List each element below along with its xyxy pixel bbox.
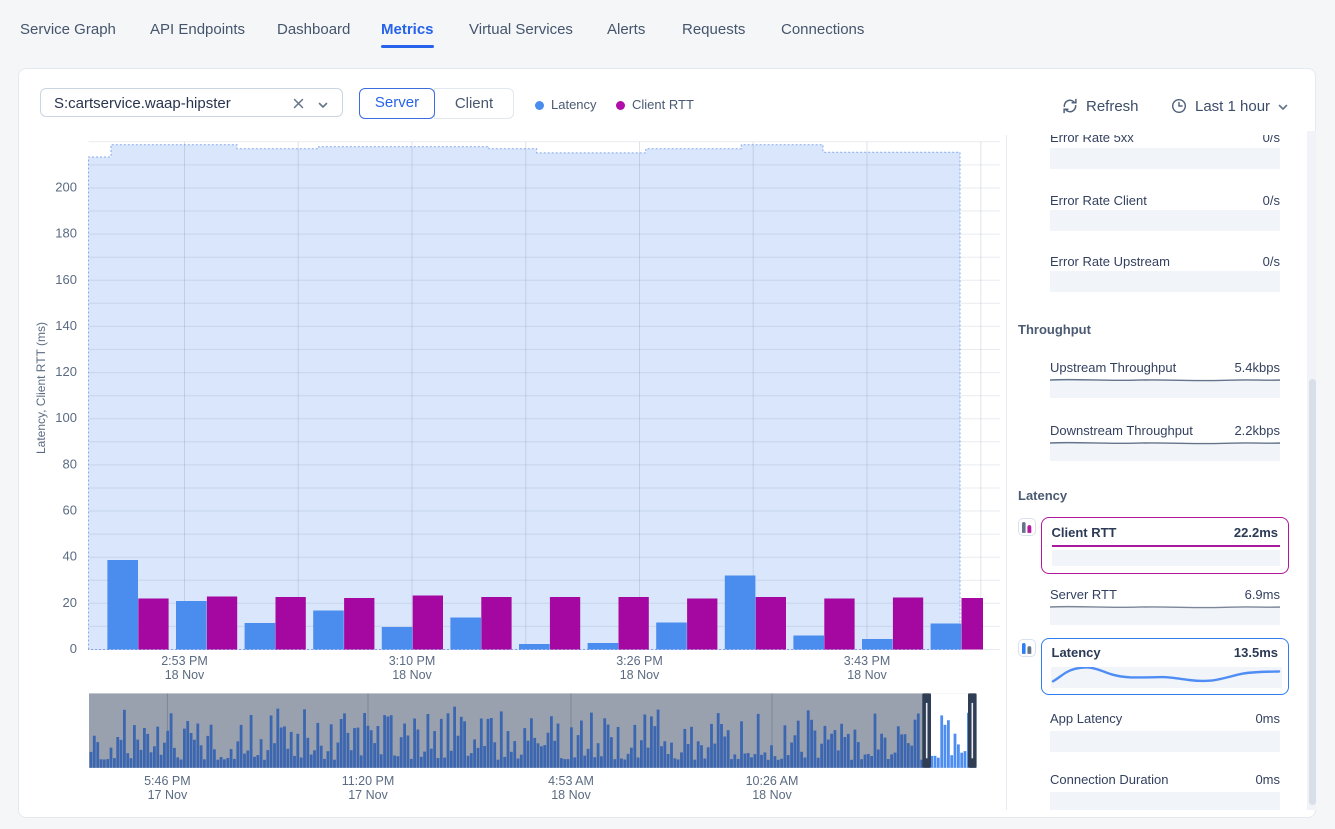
- svg-text:3:43 PM: 3:43 PM: [844, 654, 891, 668]
- svg-text:20: 20: [63, 595, 77, 610]
- svg-text:160: 160: [55, 272, 77, 287]
- svg-text:60: 60: [63, 503, 77, 518]
- svg-text:5:46 PM: 5:46 PM: [144, 774, 191, 788]
- svg-text:180: 180: [55, 226, 77, 241]
- svg-text:17 Nov: 17 Nov: [348, 788, 388, 802]
- svg-text:18 Nov: 18 Nov: [392, 668, 432, 682]
- svg-text:18 Nov: 18 Nov: [165, 668, 205, 682]
- svg-text:10:26 AM: 10:26 AM: [746, 774, 799, 788]
- svg-text:100: 100: [55, 410, 77, 425]
- svg-text:Latency, Client RTT (ms): Latency, Client RTT (ms): [34, 322, 48, 454]
- svg-text:80: 80: [63, 456, 77, 471]
- svg-text:3:26 PM: 3:26 PM: [616, 654, 663, 668]
- svg-text:3:10 PM: 3:10 PM: [389, 654, 436, 668]
- svg-text:4:53 AM: 4:53 AM: [548, 774, 594, 788]
- svg-text:140: 140: [55, 318, 77, 333]
- svg-text:40: 40: [63, 549, 77, 564]
- svg-text:120: 120: [55, 364, 77, 379]
- svg-text:18 Nov: 18 Nov: [752, 788, 792, 802]
- svg-text:11:20 PM: 11:20 PM: [342, 774, 395, 788]
- svg-text:200: 200: [55, 180, 77, 195]
- svg-text:18 Nov: 18 Nov: [620, 668, 660, 682]
- svg-text:18 Nov: 18 Nov: [847, 668, 887, 682]
- svg-text:0: 0: [70, 641, 77, 656]
- svg-text:17 Nov: 17 Nov: [148, 788, 188, 802]
- svg-text:2:53 PM: 2:53 PM: [161, 654, 208, 668]
- svg-text:18 Nov: 18 Nov: [551, 788, 591, 802]
